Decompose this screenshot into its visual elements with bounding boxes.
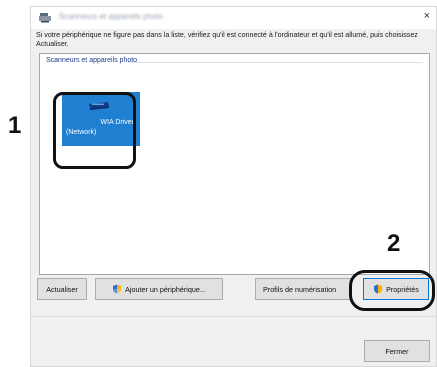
add-device-button-label: Ajouter un périphérique... <box>125 284 206 294</box>
close-button-label: Fermer <box>385 346 409 356</box>
refresh-button[interactable]: Actualiser <box>37 278 87 300</box>
callout-frame-properties <box>349 270 435 311</box>
callout-frame-device <box>53 92 136 169</box>
footer-divider <box>31 316 436 317</box>
refresh-button-label: Actualiser <box>46 284 78 294</box>
step-number-1: 1 <box>8 112 22 139</box>
scan-profiles-button[interactable]: Profils de numérisation <box>255 278 351 300</box>
add-device-button[interactable]: Ajouter un périphérique... <box>95 278 223 300</box>
group-header-divider <box>128 62 423 63</box>
scanner-app-icon <box>39 13 51 23</box>
close-icon[interactable]: × <box>424 10 430 22</box>
window-title: Scanneurs et appareils photo <box>59 12 164 21</box>
group-header-label: Scanneurs et appareils photo <box>46 57 138 64</box>
instructions-text: Si votre périphérique ne figure pas dans… <box>36 31 418 48</box>
scan-profiles-button-label: Profils de numérisation <box>263 284 337 294</box>
scanners-dialog: Scanneurs et appareils photo × Si votre … <box>30 6 437 367</box>
shield-icon <box>112 284 122 294</box>
title-bar: Scanneurs et appareils photo × <box>31 7 436 29</box>
step-number-2: 2 <box>387 230 401 257</box>
screenshot-canvas: Scanneurs et appareils photo × Si votre … <box>0 0 437 367</box>
close-button[interactable]: Fermer <box>364 340 430 362</box>
